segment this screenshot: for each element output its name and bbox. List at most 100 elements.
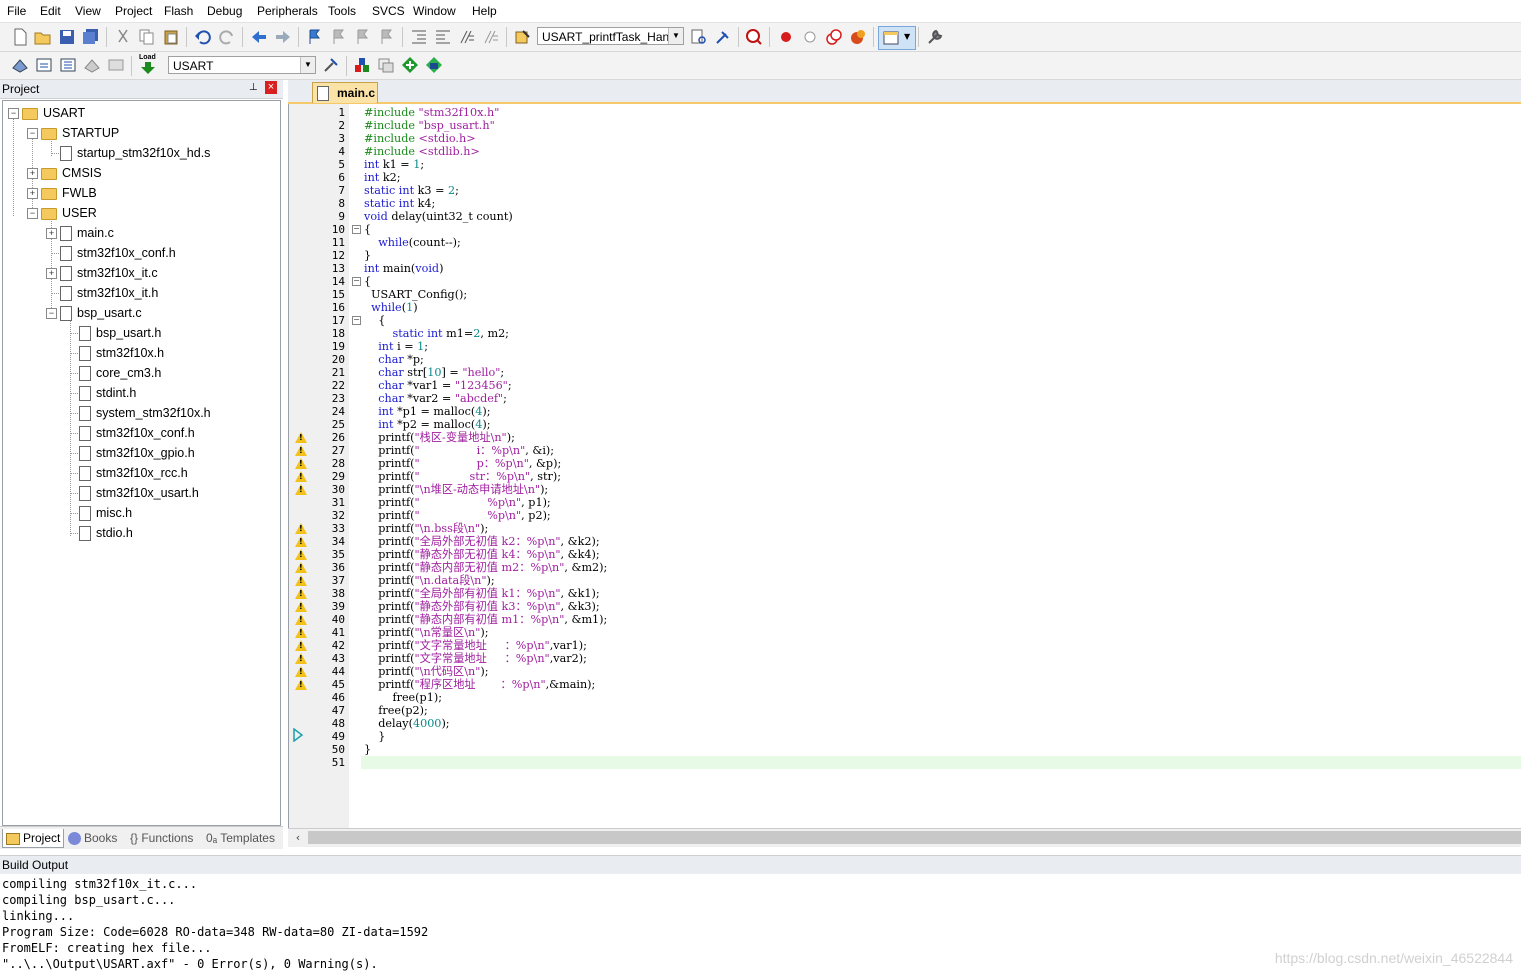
manage-project-items-icon[interactable] xyxy=(353,56,371,74)
manage-rte-icon[interactable] xyxy=(425,56,443,74)
warning-icon[interactable] xyxy=(295,679,307,690)
target-options-icon[interactable] xyxy=(322,56,340,74)
bookmark-next-icon[interactable] xyxy=(354,28,372,46)
menu-svcs[interactable]: SVCS xyxy=(372,4,405,18)
warning-icon[interactable] xyxy=(295,432,307,443)
warning-icon[interactable] xyxy=(295,549,307,560)
tree-item[interactable]: + main.c xyxy=(3,223,273,243)
build-icon[interactable] xyxy=(35,56,53,74)
tree-item[interactable]: stm32f10x_rcc.h xyxy=(3,463,273,483)
bookmark-prev-icon[interactable] xyxy=(330,28,348,46)
code-editor[interactable]: 1 2 3 4 5 6 7 8 9 10−11 12 13 14−15 16 17−18 19 20 21 22 23… xyxy=(288,104,1521,828)
find-in-files-icon[interactable] xyxy=(514,28,532,46)
warning-icon[interactable] xyxy=(295,666,307,677)
expand-icon[interactable]: + xyxy=(27,168,38,179)
find-icon[interactable] xyxy=(690,28,708,46)
save-all-icon[interactable] xyxy=(82,28,100,46)
nav-back-icon[interactable] xyxy=(250,28,268,46)
tree-item[interactable]: − USART xyxy=(3,103,273,123)
expand-icon[interactable]: + xyxy=(46,268,57,279)
breakpoint-icon[interactable] xyxy=(777,28,795,46)
tree-item[interactable]: misc.h xyxy=(3,503,273,523)
copy-icon[interactable] xyxy=(138,28,156,46)
tree-item[interactable]: core_cm3.h xyxy=(3,363,273,383)
tree-item[interactable]: + CMSIS xyxy=(3,163,273,183)
tab-main-c[interactable]: main.c xyxy=(312,82,378,103)
nav-forward-icon[interactable] xyxy=(274,28,292,46)
fold-icon[interactable]: − xyxy=(352,225,361,234)
expand-icon[interactable]: + xyxy=(46,228,57,239)
comment-icon[interactable] xyxy=(458,28,476,46)
warning-icon[interactable] xyxy=(295,471,307,482)
menu-tools[interactable]: Tools xyxy=(328,4,356,18)
fold-icon[interactable]: − xyxy=(352,316,361,325)
tree-item[interactable]: − STARTUP xyxy=(3,123,273,143)
tree-item[interactable]: stm32f10x_it.h xyxy=(3,283,273,303)
indent-icon[interactable] xyxy=(410,28,428,46)
tab-project[interactable]: Project xyxy=(2,829,64,848)
close-icon[interactable]: × xyxy=(265,81,277,94)
batch-build-icon[interactable] xyxy=(83,56,101,74)
warning-icon[interactable] xyxy=(295,575,307,586)
tree-item[interactable]: stm32f10x_conf.h xyxy=(3,243,273,263)
warning-icon[interactable] xyxy=(295,458,307,469)
tree-item[interactable]: stm32f10x_usart.h xyxy=(3,483,273,503)
expand-icon[interactable]: + xyxy=(27,188,38,199)
select-packs-icon[interactable] xyxy=(377,56,395,74)
bookmark-clear-icon[interactable] xyxy=(378,28,396,46)
breakpoint-disable-icon[interactable] xyxy=(801,28,819,46)
tab-templates[interactable]: 0ₐ Templates xyxy=(206,829,280,847)
menu-project[interactable]: Project xyxy=(115,4,152,18)
warning-icon[interactable] xyxy=(295,614,307,625)
collapse-icon[interactable]: − xyxy=(46,308,57,319)
collapse-icon[interactable]: − xyxy=(27,128,38,139)
configure-wrench-icon[interactable] xyxy=(926,28,944,46)
bookmark-icon[interactable] xyxy=(306,28,324,46)
tree-item[interactable]: + FWLB xyxy=(3,183,273,203)
undo-icon[interactable] xyxy=(194,28,212,46)
warning-icon[interactable] xyxy=(295,588,307,599)
tree-item[interactable]: stdio.h xyxy=(3,523,273,543)
pack-installer-icon[interactable] xyxy=(401,56,419,74)
menu-help[interactable]: Help xyxy=(472,4,497,18)
warning-icon[interactable] xyxy=(295,640,307,651)
warning-icon[interactable] xyxy=(295,601,307,612)
unindent-icon[interactable] xyxy=(434,28,452,46)
paste-icon[interactable] xyxy=(162,28,180,46)
editor-horizontal-scrollbar[interactable]: ‹ xyxy=(288,828,1521,847)
window-layout-button[interactable]: ▼ xyxy=(878,26,916,50)
fold-icon[interactable]: − xyxy=(352,277,361,286)
chevron-down-icon[interactable]: ▼ xyxy=(300,57,315,73)
tree-item[interactable]: stdint.h xyxy=(3,383,273,403)
menu-view[interactable]: View xyxy=(75,4,101,18)
warning-icon[interactable] xyxy=(295,523,307,534)
save-icon[interactable] xyxy=(58,28,76,46)
pin-icon[interactable]: ⊥ xyxy=(249,82,258,93)
collapse-icon[interactable]: − xyxy=(8,108,19,119)
tab-books[interactable]: Books xyxy=(68,829,122,847)
breakpoint-kill-all-icon[interactable] xyxy=(849,28,867,46)
debug-session-icon[interactable] xyxy=(745,28,763,46)
breakpoint-disable-all-icon[interactable] xyxy=(825,28,843,46)
tree-item[interactable]: stm32f10x.h xyxy=(3,343,273,363)
target-combo[interactable]: USART ▼ xyxy=(168,56,316,74)
incremental-find-icon[interactable] xyxy=(714,28,732,46)
menu-flash[interactable]: Flash xyxy=(164,4,193,18)
tree-item[interactable]: startup_stm32f10x_hd.s xyxy=(3,143,273,163)
warning-icon[interactable] xyxy=(295,484,307,495)
menu-peripherals[interactable]: Peripherals xyxy=(257,4,318,18)
load-button[interactable]: Load xyxy=(138,54,158,75)
tree-item[interactable]: bsp_usart.h xyxy=(3,323,273,343)
tree-item[interactable]: stm32f10x_gpio.h xyxy=(3,443,273,463)
tree-item[interactable]: − USER xyxy=(3,203,273,223)
chevron-down-icon[interactable]: ▼ xyxy=(668,28,683,44)
scroll-left-icon[interactable]: ‹ xyxy=(290,830,306,845)
scrollbar-thumb[interactable] xyxy=(308,831,1521,844)
menu-file[interactable]: File xyxy=(7,4,26,18)
cut-icon[interactable] xyxy=(114,28,132,46)
collapse-icon[interactable]: − xyxy=(27,208,38,219)
warning-icon[interactable] xyxy=(295,536,307,547)
new-file-icon[interactable] xyxy=(11,28,29,46)
redo-icon[interactable] xyxy=(218,28,236,46)
warning-icon[interactable] xyxy=(295,445,307,456)
